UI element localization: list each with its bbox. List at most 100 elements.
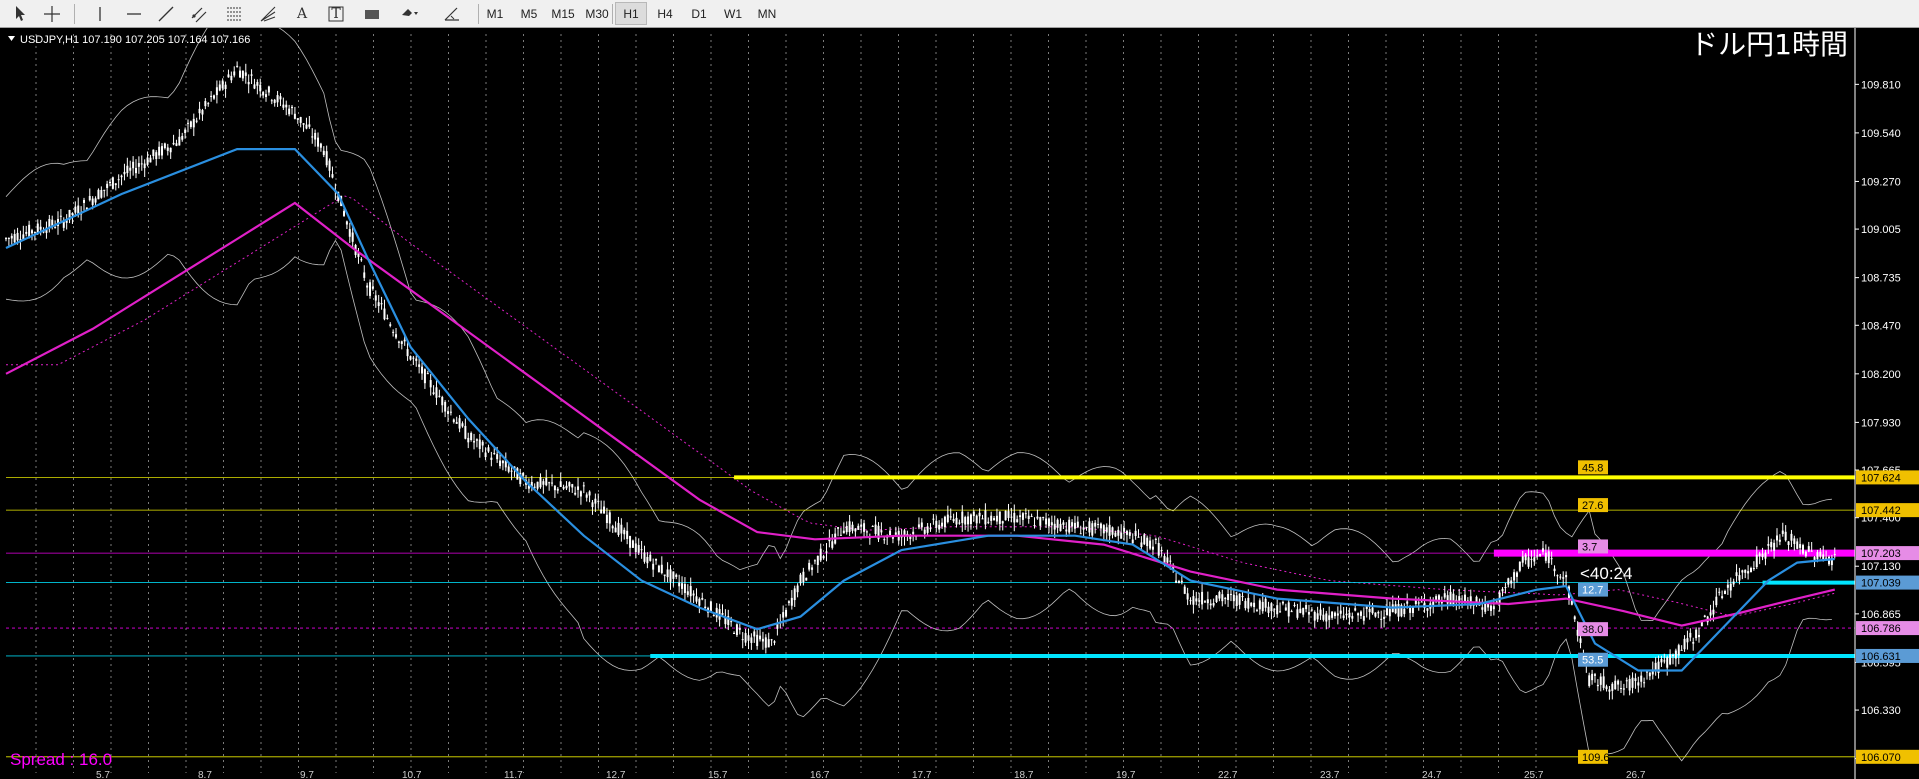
candle-body (215, 87, 218, 96)
timeframe-w1-button[interactable]: W1 (717, 2, 749, 25)
candle-body (250, 74, 253, 76)
time-tick-label: 17.7 (912, 770, 932, 779)
timeframe-d1-button[interactable]: D1 (683, 2, 715, 25)
candle-body (317, 137, 320, 147)
candle-body (941, 522, 944, 527)
candle-body (1267, 606, 1270, 613)
crosshair-tool[interactable] (39, 2, 65, 25)
timeframe-m15-button[interactable]: M15 (547, 2, 579, 25)
candle-body (163, 143, 166, 149)
candle-body (756, 634, 759, 647)
time-tick-label: 25.7 (1524, 770, 1544, 779)
cursor-icon (16, 5, 25, 21)
candle-body (1634, 678, 1637, 681)
candle-body (929, 528, 932, 530)
candle-body (967, 516, 970, 525)
candle-body (559, 481, 562, 487)
price-tick-label: 107.130 (1861, 561, 1901, 573)
candle-body (1374, 612, 1377, 617)
candle-body (1822, 554, 1825, 560)
rectangle-tool[interactable] (357, 2, 387, 25)
timeframe-m30-button[interactable]: M30 (581, 2, 613, 25)
candle-body (213, 95, 216, 99)
candle-body (1726, 584, 1729, 588)
candle-body (1775, 535, 1778, 541)
candle-body (1614, 680, 1617, 690)
candle-body (1770, 542, 1773, 548)
candle-body (1215, 595, 1218, 602)
candle-body (917, 524, 920, 528)
candle-body (412, 357, 415, 359)
candle-body (253, 84, 256, 89)
candle-body (198, 108, 201, 114)
candle-body (218, 84, 221, 91)
fibonacci-fan-tool[interactable] (254, 2, 282, 25)
candle-body (1492, 606, 1495, 610)
timeframe-h1-button[interactable]: H1 (615, 2, 647, 25)
candle-body (660, 564, 663, 574)
candle-body (5, 238, 7, 240)
candle-body (1669, 654, 1672, 665)
candle-body (1810, 550, 1813, 552)
candle-body (36, 223, 39, 233)
candle-body (114, 183, 117, 186)
candle-body (932, 518, 935, 520)
timeframe-mn-button[interactable]: MN (751, 2, 783, 25)
candle-body (1270, 603, 1273, 612)
candle-body (1354, 608, 1357, 611)
candle-body (1394, 604, 1397, 614)
fibonacci-tool[interactable] (220, 2, 248, 25)
timeframe-m5-button[interactable]: M5 (513, 2, 545, 25)
candle-body (328, 160, 331, 171)
candle-body (767, 639, 770, 648)
candle-body (400, 341, 403, 344)
horizontal-line-icon (127, 12, 141, 15)
candle-body (1735, 572, 1738, 577)
candle-body (568, 482, 571, 487)
candle-body (1599, 676, 1602, 685)
candle-body (189, 121, 192, 127)
candle-body (1342, 615, 1345, 619)
candle-body (1050, 522, 1053, 526)
candle-body (7, 237, 10, 239)
candle-body (857, 525, 860, 530)
candle-body (1143, 534, 1146, 545)
line-studies-tool[interactable] (438, 2, 466, 25)
fibonacci-fan-icon (260, 6, 276, 22)
candle-body (1631, 677, 1634, 688)
candle-body (1290, 611, 1293, 613)
candle-body (1539, 553, 1542, 556)
candle-body (39, 226, 42, 230)
candle-body (1388, 609, 1391, 617)
candle-body (1094, 522, 1097, 527)
horizontal-line-tool[interactable] (121, 2, 147, 25)
candle-body (631, 540, 634, 548)
arrow-shapes-tool[interactable] (392, 2, 428, 25)
candle-body (880, 530, 883, 533)
candle-body (1258, 600, 1261, 610)
candle-body (1718, 591, 1721, 593)
equidistant-channel-tool[interactable] (186, 2, 214, 25)
candle-body (322, 150, 325, 155)
candle-body (709, 601, 712, 612)
timeframe-m1-button[interactable]: M1 (479, 2, 511, 25)
candle-body (1559, 576, 1562, 578)
candle-body (178, 136, 181, 146)
cursor-tool[interactable] (9, 2, 35, 25)
candle-body (83, 199, 86, 203)
candle-body (1307, 612, 1310, 615)
candle-body (1016, 519, 1019, 523)
candle-body (787, 601, 790, 603)
text-label-tool[interactable]: T (324, 2, 348, 25)
candle-body (1010, 516, 1013, 518)
fib-ratio-label: 53.5 (1582, 655, 1603, 667)
trendline-tool[interactable] (153, 2, 179, 25)
candle-body (825, 551, 828, 553)
candle-body (259, 84, 262, 92)
candle-body (1065, 529, 1068, 532)
vertical-line-tool[interactable] (89, 2, 111, 25)
timeframe-h4-button[interactable]: H4 (649, 2, 681, 25)
text-tool[interactable]: A (290, 2, 314, 25)
candle-body (207, 103, 210, 105)
candle-body (1250, 602, 1253, 606)
